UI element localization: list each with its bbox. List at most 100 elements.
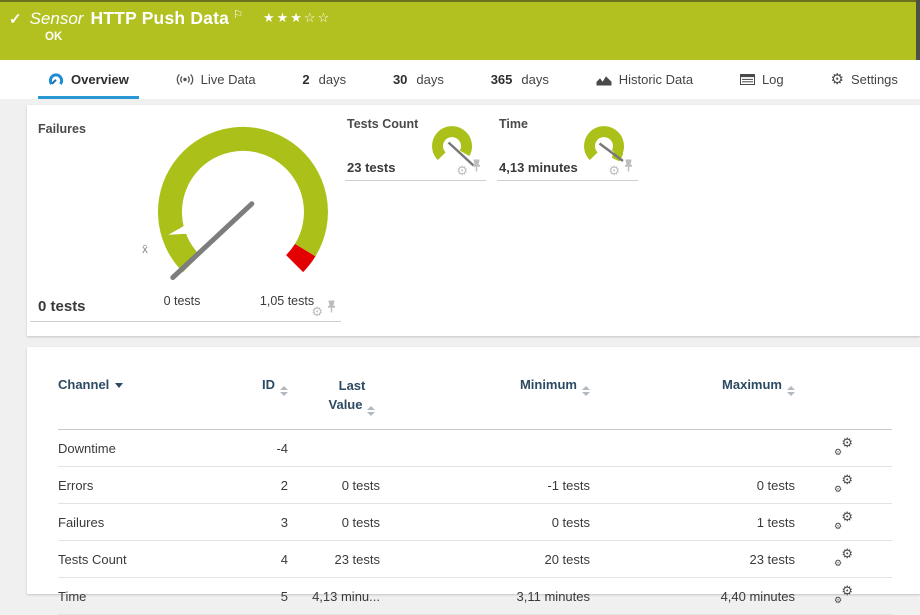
window-edge [916, 0, 920, 60]
sensor-status-bar: ✓ Sensor HTTP Push Data ⚐ ★★★☆☆ OK [0, 0, 920, 60]
channel-settings-icon[interactable]: ⚙⚙ [834, 587, 853, 603]
tab-365-days[interactable]: 365 days [481, 60, 559, 99]
tab-30-days-number: 30 [393, 72, 407, 87]
channel-last-value: 23 tests [288, 540, 380, 577]
column-header-maximum[interactable]: Maximum [590, 377, 795, 429]
channel-name: Errors [58, 466, 243, 503]
failures-gauge-chart [30, 112, 341, 322]
column-header-channel[interactable]: Channel [58, 377, 243, 429]
sensor-title: HTTP Push Data [90, 8, 229, 29]
sort-icon [280, 386, 288, 396]
tab-settings[interactable]: ⚙ Settings [820, 60, 907, 99]
stars-empty[interactable]: ☆☆ [304, 10, 331, 25]
tab-2-days-label: days [319, 72, 346, 87]
channel-maximum: 0 tests [590, 466, 795, 503]
channel-minimum: 20 tests [380, 540, 590, 577]
gauge-tile-failures: Failures x̄ 0 tests 1,05 tests 0 tests ⚙ [30, 112, 341, 322]
tab-30-days[interactable]: 30 days [383, 60, 454, 99]
channel-name: Tests Count [58, 540, 243, 577]
gauge-tile-time: Time 4,13 minutes ⚙ [497, 112, 638, 181]
gauge-title: Time [499, 117, 528, 131]
tab-365-days-number: 365 [491, 72, 513, 87]
channel-settings-icon[interactable]: ⚙⚙ [834, 513, 853, 529]
sort-icon [367, 406, 375, 416]
average-marker-label: x̄ [142, 242, 148, 256]
status-badge: OK [45, 31, 920, 43]
log-list-icon [740, 74, 755, 85]
area-chart-icon [596, 74, 612, 86]
channel-maximum [590, 429, 795, 466]
tab-historic-data-label: Historic Data [619, 72, 693, 87]
channel-maximum: 4,40 minutes [590, 577, 795, 614]
table-row: Downtime -4 ⚙⚙ [58, 429, 892, 466]
pin-icon[interactable] [326, 300, 337, 318]
tab-settings-label: Settings [851, 72, 898, 87]
gauge-tile-tests-count: Tests Count 23 tests ⚙ [345, 112, 486, 181]
channel-id: 3 [243, 503, 288, 540]
channel-id: 4 [243, 540, 288, 577]
tab-2-days-number: 2 [302, 72, 309, 87]
channel-settings-icon[interactable]: ⚙⚙ [834, 476, 853, 492]
tab-365-days-label: days [521, 72, 548, 87]
broadcast-icon [176, 73, 194, 86]
table-header-row: Channel ID Last Value Minimum Maximum [58, 377, 892, 429]
table-row: Tests Count 4 23 tests 20 tests 23 tests… [58, 540, 892, 577]
channel-id: -4 [243, 429, 288, 466]
tab-overview-label: Overview [71, 72, 129, 87]
channel-minimum: -1 tests [380, 466, 590, 503]
tile-actions: ⚙ [608, 159, 634, 177]
gauge-title: Tests Count [347, 117, 418, 131]
channel-settings-icon[interactable]: ⚙⚙ [834, 439, 853, 455]
ok-check-icon: ✓ [9, 10, 22, 28]
pin-icon[interactable] [623, 159, 634, 177]
tab-live-data[interactable]: Live Data [166, 60, 266, 99]
tab-2-days[interactable]: 2 days [292, 60, 356, 99]
channel-id: 5 [243, 577, 288, 614]
stars-filled[interactable]: ★★★ [263, 10, 304, 25]
column-header-actions [795, 377, 892, 429]
object-kind-label: Sensor [30, 9, 84, 29]
pin-icon[interactable] [471, 159, 482, 177]
channel-minimum: 0 tests [380, 503, 590, 540]
tile-actions: ⚙ [311, 300, 337, 318]
channel-current-value: 23 tests [347, 160, 395, 175]
channel-name: Downtime [58, 429, 243, 466]
channel-name: Time [58, 577, 243, 614]
tab-overview[interactable]: Overview [38, 60, 139, 99]
gear-icon[interactable]: ⚙ [608, 164, 620, 177]
gear-icon: ⚙ [830, 72, 843, 87]
tab-live-data-label: Live Data [201, 72, 256, 87]
tab-log[interactable]: Log [730, 60, 794, 99]
channel-last-value: 4,13 minu... [288, 577, 380, 614]
gear-icon[interactable]: ⚙ [311, 305, 323, 318]
table-row: Time 5 4,13 minu... 3,11 minutes 4,40 mi… [58, 577, 892, 614]
gauge-icon [48, 72, 64, 87]
channel-maximum: 23 tests [590, 540, 795, 577]
tab-bar: Overview Live Data 2 days 30 days 365 da… [0, 60, 920, 99]
channel-current-value: 4,13 minutes [499, 160, 578, 175]
column-header-last-value[interactable]: Last Value [288, 377, 380, 429]
channel-minimum: 3,11 minutes [380, 577, 590, 614]
table-row: Errors 2 0 tests -1 tests 0 tests ⚙⚙ [58, 466, 892, 503]
channel-settings-icon[interactable]: ⚙⚙ [834, 550, 853, 566]
column-header-minimum[interactable]: Minimum [380, 377, 590, 429]
priority-rating[interactable]: ★★★☆☆ [263, 10, 331, 26]
sort-icon [582, 386, 590, 396]
channel-last-value: 0 tests [288, 466, 380, 503]
flag-icon[interactable]: ⚐ [233, 8, 243, 21]
gear-icon[interactable]: ⚙ [456, 164, 468, 177]
channel-current-value: 0 tests [38, 298, 86, 315]
channel-last-value: 0 tests [288, 503, 380, 540]
tile-actions: ⚙ [456, 159, 482, 177]
channel-minimum [380, 429, 590, 466]
sort-desc-icon [115, 383, 123, 388]
tab-log-label: Log [762, 72, 784, 87]
channels-table: Channel ID Last Value Minimum Maximum [58, 377, 892, 615]
column-header-id[interactable]: ID [243, 377, 288, 429]
channel-maximum: 1 tests [590, 503, 795, 540]
channel-id: 2 [243, 466, 288, 503]
channel-name: Failures [58, 503, 243, 540]
tab-historic-data[interactable]: Historic Data [586, 60, 703, 99]
tab-30-days-label: days [416, 72, 443, 87]
gauges-panel: Failures x̄ 0 tests 1,05 tests 0 tests ⚙ [27, 105, 920, 336]
